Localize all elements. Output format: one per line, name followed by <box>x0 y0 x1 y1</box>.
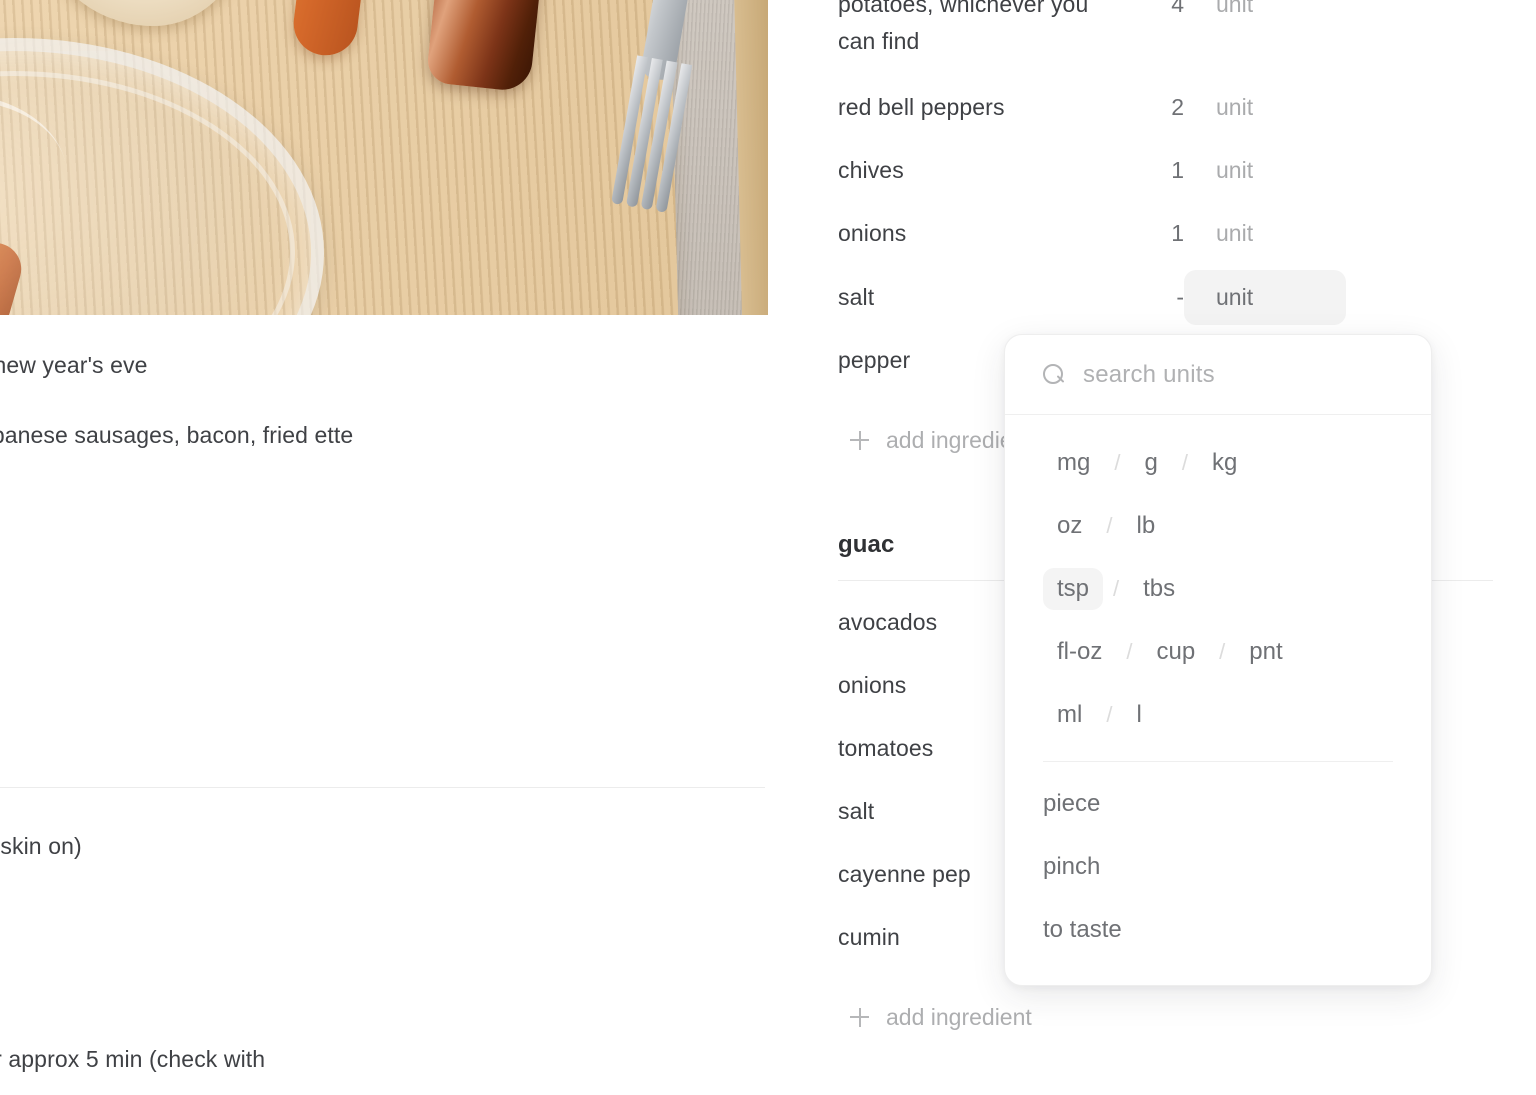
unit-option-pinch[interactable]: pinch <box>1029 843 1407 891</box>
unit-options-list: mg / g / kg oz / lb tsp / tbs fl-oz / cu… <box>1005 415 1431 969</box>
unit-separator: / <box>1106 512 1113 538</box>
unit-separator: / <box>1219 638 1226 664</box>
unit-option-tsp[interactable]: tsp <box>1043 567 1104 610</box>
ingredient-name[interactable]: chives <box>838 152 1128 189</box>
unit-selector-dropdown[interactable]: search units mg / g / kg oz / lb tsp / t… <box>1004 334 1432 986</box>
ingredient-name[interactable]: potatoes, whichever you can find <box>838 0 1128 60</box>
recipe-photo[interactable] <box>0 0 768 315</box>
ingredient-unit[interactable]: unit <box>1184 0 1324 23</box>
unit-option-kg[interactable]: kg <box>1198 442 1251 484</box>
ingredient-name[interactable]: onions <box>838 215 1128 252</box>
ingredient-quantity[interactable]: 2 <box>1128 89 1184 126</box>
unit-option-cup[interactable]: cup <box>1142 631 1209 673</box>
unit-option-pnt[interactable]: pnt <box>1235 631 1296 673</box>
ingredient-quantity[interactable]: - <box>1128 279 1184 316</box>
unit-option-lb[interactable]: lb <box>1122 505 1169 547</box>
table-row[interactable]: salt - unit <box>838 270 1498 325</box>
unit-separator: / <box>1106 701 1113 727</box>
recipe-detail-panel: ade on new year's eve cuit, guac, weird … <box>0 0 800 1095</box>
ingredient-quantity[interactable]: 1 <box>1128 152 1184 189</box>
table-row[interactable]: potatoes, whichever you can find 4 unit <box>838 0 1498 60</box>
unit-extra-row: pinch <box>1005 843 1431 906</box>
unit-separator: / <box>1113 575 1120 601</box>
unit-option-oz[interactable]: oz <box>1043 505 1096 547</box>
unit-list-divider <box>1043 761 1393 762</box>
recipe-step-1: es (we will leave the skin on) <box>0 833 82 859</box>
ingredient-unit-selected[interactable]: unit <box>1184 270 1346 325</box>
ingredient-unit[interactable]: unit <box>1184 215 1324 252</box>
unit-group-volume-metric: ml / l <box>1005 683 1431 746</box>
ingredient-quantity[interactable]: 1 <box>1128 215 1184 252</box>
ingredient-name[interactable]: salt <box>838 279 1128 316</box>
plus-icon <box>850 430 869 450</box>
recipe-section-divider <box>0 787 765 788</box>
recipe-step-4: otatoes. Let it boil for approx 5 min (c… <box>0 1046 266 1072</box>
unit-group-volume-imperial: fl-oz / cup / pnt <box>1005 620 1431 683</box>
table-row[interactable]: chives 1 unit <box>838 152 1498 189</box>
unit-option-l[interactable]: l <box>1122 694 1155 736</box>
ingredient-unit[interactable]: unit <box>1184 152 1324 189</box>
add-ingredient-label: add ingredient <box>886 1004 1032 1030</box>
plus-icon <box>850 1007 869 1027</box>
recipe-app-window: ade on new year's eve cuit, guac, weird … <box>0 0 1536 1095</box>
unit-option-mg[interactable]: mg <box>1043 442 1104 484</box>
unit-option-to-taste[interactable]: to taste <box>1029 906 1407 954</box>
ingredient-quantity[interactable]: 4 <box>1128 0 1184 23</box>
search-icon <box>1043 363 1065 386</box>
unit-extra-row: to taste <box>1005 906 1431 969</box>
unit-separator: / <box>1181 449 1188 475</box>
unit-separator: / <box>1114 449 1121 475</box>
recipe-photo-canvas <box>0 0 768 315</box>
unit-group-mass-metric: mg / g / kg <box>1005 431 1431 494</box>
unit-option-ml[interactable]: ml <box>1043 694 1096 736</box>
unit-option-piece[interactable]: piece <box>1029 780 1407 828</box>
search-input[interactable]: search units <box>1083 361 1215 389</box>
unit-option-tbs[interactable]: tbs <box>1129 568 1189 610</box>
table-row[interactable]: red bell peppers 2 unit <box>838 89 1498 126</box>
table-row[interactable]: onions 1 unit <box>838 215 1498 252</box>
recipe-note-line-1: ade on new year's eve <box>0 352 148 378</box>
unit-group-mass-imperial: oz / lb <box>1005 494 1431 557</box>
unit-group-spoons: tsp / tbs <box>1005 557 1431 620</box>
unit-option-fl-oz[interactable]: fl-oz <box>1043 631 1116 673</box>
ingredient-unit[interactable]: unit <box>1184 89 1324 126</box>
unit-option-g[interactable]: g <box>1130 442 1171 484</box>
add-ingredient-button[interactable]: add ingredient <box>850 1002 1032 1032</box>
recipe-note-line-2: cuit, guac, weird Japanese sausages, bac… <box>0 422 354 448</box>
unit-extra-row: piece <box>1005 780 1431 843</box>
unit-search-row[interactable]: search units <box>1005 335 1431 415</box>
unit-separator: / <box>1126 638 1133 664</box>
ingredient-name[interactable]: red bell peppers <box>838 89 1128 126</box>
section-title-guac: guac <box>838 531 895 558</box>
